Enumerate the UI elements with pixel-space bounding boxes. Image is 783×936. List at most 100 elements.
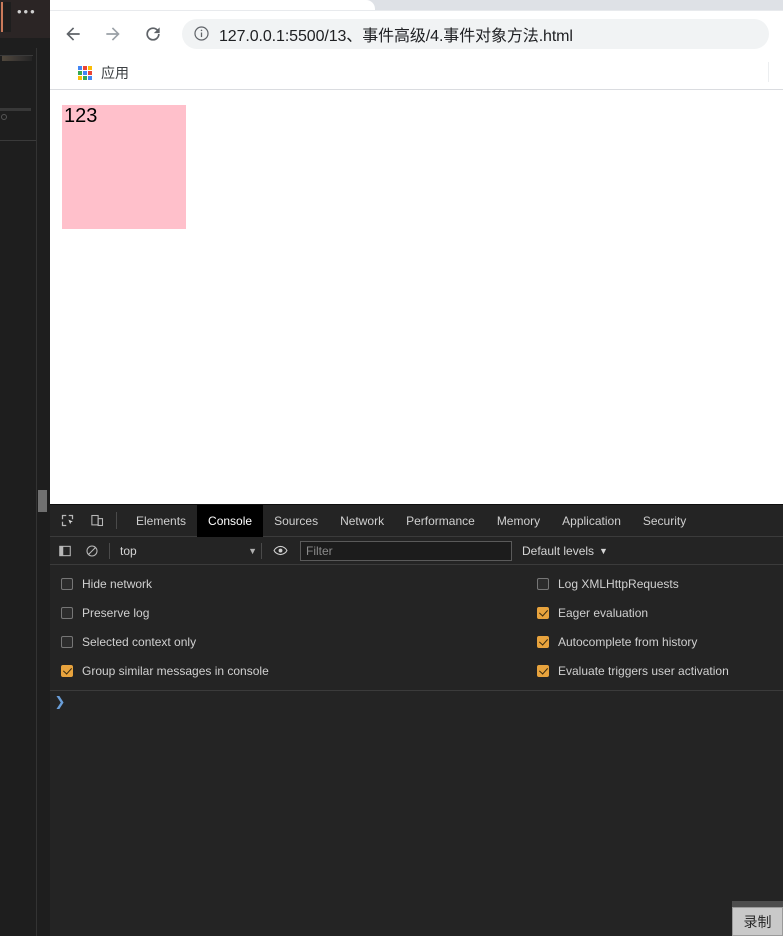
more-options-icon[interactable]: ••• (17, 5, 37, 18)
no-entry-icon (86, 544, 98, 557)
tab-memory-label: Memory (496, 513, 541, 528)
eager-evaluation-checkbox[interactable] (537, 606, 549, 619)
settings-row: Preserve log Eager evaluation (50, 598, 783, 627)
tab-memory[interactable]: Memory (486, 505, 551, 537)
tab-strip (50, 0, 783, 10)
devtools-panel: Elements Console Sources Network Perform… (50, 504, 783, 936)
background-text-fragment-2 (0, 108, 31, 111)
console-filter-input[interactable] (300, 540, 512, 561)
back-button[interactable] (56, 17, 90, 51)
tab-network-label: Network (340, 513, 385, 528)
inspect-element-button[interactable] (54, 508, 80, 534)
tab-application[interactable]: Application (551, 505, 632, 537)
chrome-browser-window: 127.0.0.1:5500/13、事件高级/4.事件对象方法.html 应用 … (50, 0, 783, 936)
tab-security[interactable]: Security (632, 505, 697, 537)
devtools-tab-bar: Elements Console Sources Network Perform… (50, 504, 783, 537)
console-output-area[interactable]: ❯ (50, 691, 783, 936)
preserve-log-checkbox[interactable] (61, 606, 73, 619)
inspect-cursor-icon (61, 514, 73, 527)
selected-context-only-checkbox[interactable] (61, 635, 73, 648)
bookmark-apps-label: 应用 (101, 64, 129, 81)
bookmarks-bar-divider (768, 62, 769, 82)
live-expressions-button[interactable] (268, 539, 292, 563)
tab-sources[interactable]: Sources (263, 505, 329, 537)
forward-arrow-icon (106, 26, 120, 41)
clear-console-button[interactable] (80, 539, 104, 563)
setting-selected-context-only[interactable]: Selected context only (50, 635, 530, 649)
toggle-device-toolbar-button[interactable] (84, 508, 110, 534)
setting-preserve-log[interactable]: Preserve log (50, 606, 530, 620)
console-toolbar-separator-2 (261, 542, 262, 559)
sidebar-panel-icon (59, 545, 71, 556)
console-prompt-row[interactable]: ❯ (50, 691, 783, 711)
bookmark-apps[interactable]: 应用 (72, 60, 135, 86)
background-divider-2 (0, 140, 40, 141)
console-settings-panel: Hide network Log XMLHttpRequests Preserv… (50, 565, 783, 691)
setting-preserve-log-label: Preserve log (82, 605, 150, 620)
site-info-icon[interactable] (192, 25, 210, 43)
setting-autocomplete-from-history-label: Autocomplete from history (558, 634, 698, 649)
tab-performance-label: Performance (406, 513, 475, 528)
address-bar-url: 127.0.0.1:5500/13、事件高级/4.事件对象方法.html (219, 27, 573, 45)
background-text-fragment (2, 56, 32, 61)
setting-hide-network[interactable]: Hide network (50, 577, 530, 591)
setting-eager-evaluation-label: Eager evaluation (558, 605, 649, 620)
evaluate-triggers-user-activation-checkbox[interactable] (537, 664, 549, 677)
address-bar[interactable]: 127.0.0.1:5500/13、事件高级/4.事件对象方法.html (182, 18, 769, 49)
log-levels-dropdown[interactable]: Default levels ▼ (522, 544, 608, 558)
autocomplete-from-history-checkbox[interactable] (537, 635, 549, 648)
browser-toolbar: 127.0.0.1:5500/13、事件高级/4.事件对象方法.html (50, 11, 783, 56)
setting-log-xmlhttprequests[interactable]: Log XMLHttpRequests (530, 577, 679, 591)
settings-row: Selected context only Autocomplete from … (50, 627, 783, 656)
setting-eager-evaluation[interactable]: Eager evaluation (530, 606, 648, 620)
tab-performance[interactable]: Performance (395, 505, 486, 537)
setting-log-xmlhttprequests-label: Log XMLHttpRequests (558, 576, 679, 591)
eye-icon (272, 545, 288, 556)
console-prompt-input[interactable] (70, 693, 783, 711)
record-button-label: 录制 (743, 913, 772, 930)
back-arrow-icon (66, 26, 80, 41)
background-scrollbar-thumb[interactable] (38, 490, 47, 512)
background-window-tab[interactable] (1, 2, 11, 32)
pink-box[interactable]: 123 (62, 105, 186, 229)
tab-elements[interactable]: Elements (125, 505, 197, 537)
log-xmlhttprequests-checkbox[interactable] (537, 577, 549, 590)
console-sidebar-toggle-button[interactable] (53, 539, 77, 563)
bookmarks-bar: 应用 (50, 56, 783, 89)
console-toolbar-separator-1 (109, 542, 110, 559)
console-prompt-chevron-icon: ❯ (54, 694, 66, 709)
group-similar-messages-checkbox[interactable] (61, 664, 73, 677)
reload-button[interactable] (136, 17, 170, 51)
javascript-context-label: top (120, 543, 137, 558)
setting-evaluate-triggers-user-activation-label: Evaluate triggers user activation (558, 663, 729, 678)
setting-group-similar-messages[interactable]: Group similar messages in console (50, 664, 530, 678)
apps-grid-icon (78, 65, 92, 80)
page-viewport: 123 (50, 90, 783, 504)
chevron-down-icon: ▼ (248, 545, 257, 556)
javascript-context-selector[interactable]: top ▼ (116, 541, 261, 561)
setting-selected-context-only-label: Selected context only (82, 634, 197, 649)
forward-button[interactable] (96, 17, 130, 51)
settings-row: Group similar messages in console Evalua… (50, 656, 783, 685)
devtools-toolbar-separator (116, 512, 117, 529)
background-circle-icon (1, 114, 7, 120)
setting-autocomplete-from-history[interactable]: Autocomplete from history (530, 635, 697, 649)
hide-network-checkbox[interactable] (61, 577, 73, 590)
reload-icon (146, 26, 160, 41)
setting-evaluate-triggers-user-activation[interactable]: Evaluate triggers user activation (530, 664, 729, 678)
settings-row: Hide network Log XMLHttpRequests (50, 569, 783, 598)
tab-elements-label: Elements (136, 513, 187, 528)
setting-group-similar-messages-label: Group similar messages in console (82, 663, 269, 678)
device-toolbar-icon (90, 514, 103, 527)
tab-console[interactable]: Console (197, 504, 264, 537)
tab-security-label: Security (642, 513, 687, 528)
console-toolbar: top ▼ Default levels ▼ (50, 537, 783, 565)
record-button[interactable]: 录制 (732, 907, 783, 936)
info-circle-icon (193, 26, 209, 41)
tab-network[interactable]: Network (329, 505, 395, 537)
chevron-down-icon: ▼ (599, 545, 608, 556)
setting-hide-network-label: Hide network (82, 576, 153, 591)
tab-sources-label: Sources (274, 513, 319, 528)
browser-tab-active[interactable] (50, 0, 375, 10)
tab-application-label: Application (562, 513, 621, 528)
